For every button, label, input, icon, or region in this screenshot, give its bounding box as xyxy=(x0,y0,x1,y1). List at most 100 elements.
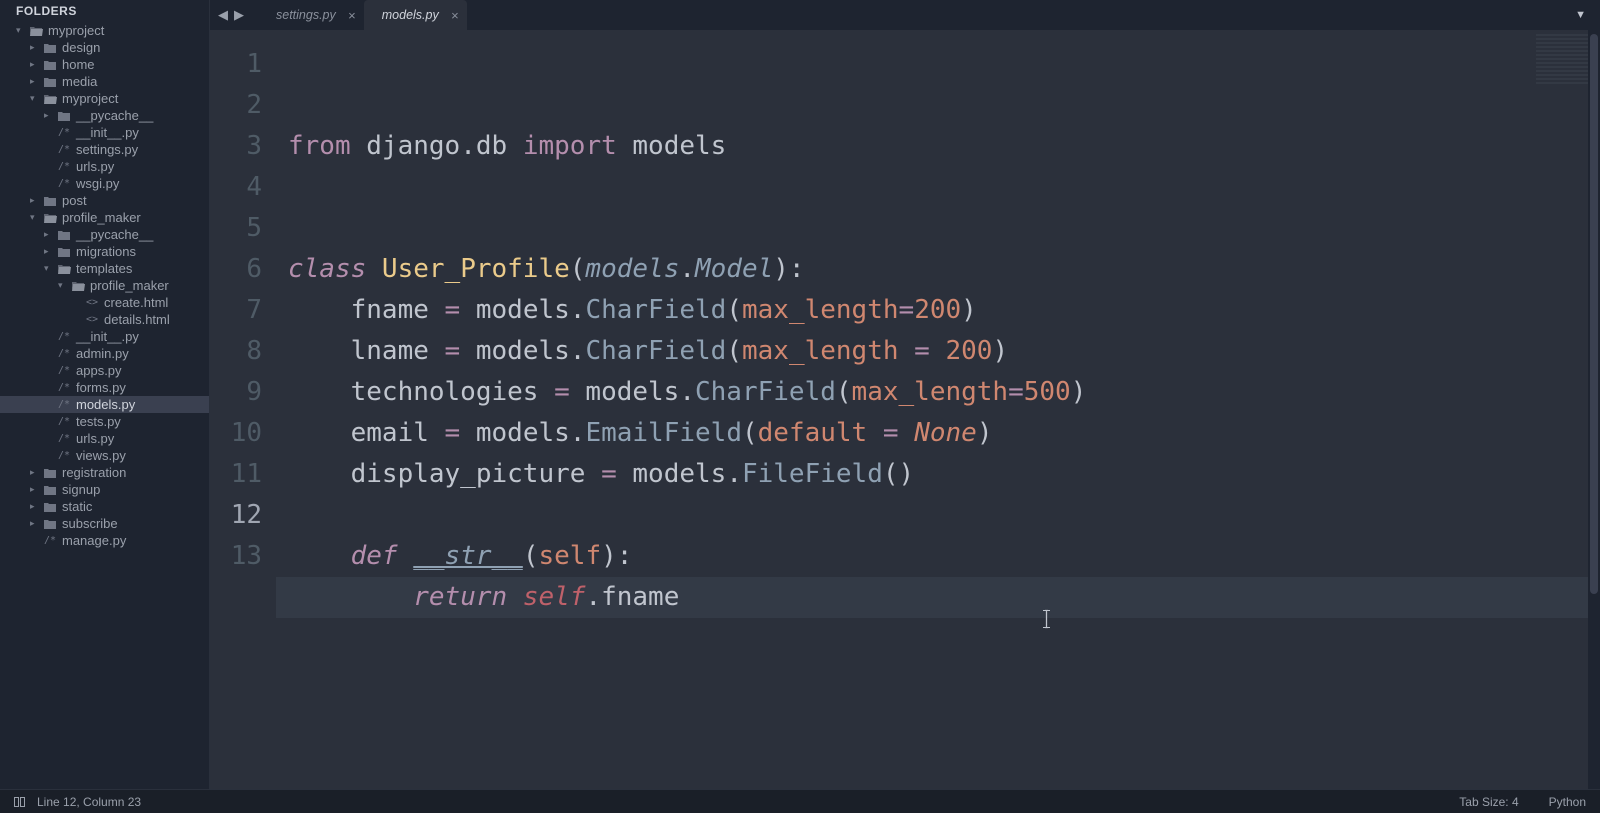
cursor-position[interactable]: Line 12, Column 23 xyxy=(37,795,141,809)
code-line[interactable] xyxy=(276,167,1600,208)
file-item[interactable]: <>create.html xyxy=(0,294,209,311)
folder-item[interactable]: ▸ static xyxy=(0,498,209,515)
file-item[interactable]: /*admin.py xyxy=(0,345,209,362)
folder-icon xyxy=(42,466,58,480)
disclosure-arrow-icon[interactable]: ▸ xyxy=(30,59,40,70)
file-item[interactable]: /*manage.py xyxy=(0,532,209,549)
tab-size[interactable]: Tab Size: 4 xyxy=(1459,795,1518,809)
disclosure-arrow-icon[interactable]: ▸ xyxy=(30,76,40,87)
close-icon[interactable]: × xyxy=(451,8,459,23)
tree-item-label: urls.py xyxy=(76,431,114,446)
disclosure-arrow-icon[interactable]: ▸ xyxy=(44,246,54,257)
code-line[interactable]: technologies = models.CharField(max_leng… xyxy=(276,372,1600,413)
file-type-icon: <> xyxy=(84,296,100,310)
disclosure-arrow-icon[interactable]: ▸ xyxy=(30,518,40,529)
folder-icon xyxy=(56,228,72,242)
file-item[interactable]: /*tests.py xyxy=(0,413,209,430)
disclosure-arrow-icon[interactable]: ▸ xyxy=(30,195,40,206)
line-number: 10 xyxy=(210,413,262,454)
line-number: 8 xyxy=(210,331,262,372)
disclosure-arrow-icon[interactable]: ▸ xyxy=(30,467,40,478)
file-type-icon: /* xyxy=(56,381,72,395)
minimap[interactable] xyxy=(1536,34,1596,84)
file-item[interactable]: /*apps.py xyxy=(0,362,209,379)
code-area[interactable]: from django.db import models class User_P… xyxy=(276,30,1600,789)
panel-switcher-icon[interactable] xyxy=(14,797,25,807)
code-line[interactable] xyxy=(276,495,1600,536)
folder-icon xyxy=(42,483,58,497)
folder-item[interactable]: ▸signup xyxy=(0,481,209,498)
code-line[interactable]: from django.db import models xyxy=(276,126,1600,167)
close-icon[interactable]: × xyxy=(348,8,356,23)
file-item[interactable]: /*views.py xyxy=(0,447,209,464)
disclosure-arrow-icon[interactable]: ▾ xyxy=(58,280,68,291)
vertical-scrollbar[interactable] xyxy=(1588,30,1600,789)
code-line[interactable]: email = models.EmailField(default = None… xyxy=(276,413,1600,454)
disclosure-arrow-icon[interactable]: ▾ xyxy=(30,93,40,104)
file-type-icon: /* xyxy=(56,160,72,174)
code-line[interactable]: return self.fname xyxy=(276,577,1600,618)
nav-back-icon[interactable]: ◀ xyxy=(218,7,228,23)
file-item[interactable]: /*models.py xyxy=(0,396,209,413)
code-line[interactable]: display_picture = models.FileField() xyxy=(276,454,1600,495)
tab-menu-icon[interactable]: ▼ xyxy=(1575,9,1586,21)
folder-item[interactable]: ▸design xyxy=(0,39,209,56)
line-number: 9 xyxy=(210,372,262,413)
code-line[interactable]: fname = models.CharField(max_length=200) xyxy=(276,290,1600,331)
folder-icon xyxy=(56,245,72,259)
folder-item[interactable]: ▸media xyxy=(0,73,209,90)
folder-item[interactable]: ▾myproject xyxy=(0,22,209,39)
editor-tab[interactable]: models.py× xyxy=(364,0,467,30)
tree-item-label: templates xyxy=(76,261,132,276)
code-line[interactable] xyxy=(276,618,1600,659)
tree-item-label: __pycache__ xyxy=(76,227,153,242)
file-item[interactable]: /*wsgi.py xyxy=(0,175,209,192)
code-line[interactable]: class User_Profile(models.Model): xyxy=(276,249,1600,290)
folder-item[interactable]: ▾profile_maker xyxy=(0,209,209,226)
file-item[interactable]: /*forms.py xyxy=(0,379,209,396)
folder-item[interactable]: ▸home xyxy=(0,56,209,73)
tree-item-label: static xyxy=(62,499,92,514)
editor-column: ◀ ▶ settings.py×models.py× ▼ 12345678910… xyxy=(210,0,1600,789)
folder-item[interactable]: ▾myproject xyxy=(0,90,209,107)
tab-bar: ◀ ▶ settings.py×models.py× ▼ xyxy=(210,0,1600,30)
editor-tab[interactable]: settings.py× xyxy=(258,0,364,30)
editor-body[interactable]: 12345678910111213 from django.db import … xyxy=(210,30,1600,789)
status-bar: Line 12, Column 23 Tab Size: 4 Python xyxy=(0,789,1600,813)
code-line[interactable]: lname = models.CharField(max_length = 20… xyxy=(276,331,1600,372)
code-line[interactable] xyxy=(276,208,1600,249)
file-item[interactable]: <>details.html xyxy=(0,311,209,328)
disclosure-arrow-icon[interactable]: ▾ xyxy=(16,25,26,36)
folder-item[interactable]: ▸registration xyxy=(0,464,209,481)
file-item[interactable]: /*urls.py xyxy=(0,430,209,447)
file-type-icon: <> xyxy=(84,313,100,327)
disclosure-arrow-icon[interactable]: ▸ xyxy=(44,110,54,121)
disclosure-arrow-icon[interactable]: ▾ xyxy=(44,263,54,274)
line-number: 5 xyxy=(210,208,262,249)
file-item[interactable]: /*urls.py xyxy=(0,158,209,175)
folder-item[interactable]: ▸subscribe xyxy=(0,515,209,532)
folder-item[interactable]: ▸ __pycache__ xyxy=(0,226,209,243)
folder-item[interactable]: ▸post xyxy=(0,192,209,209)
disclosure-arrow-icon[interactable]: ▾ xyxy=(30,212,40,223)
file-item[interactable]: /*__init__.py xyxy=(0,124,209,141)
folder-icon xyxy=(56,262,72,276)
disclosure-arrow-icon[interactable]: ▸ xyxy=(30,484,40,495)
disclosure-arrow-icon[interactable]: ▸ xyxy=(30,501,40,512)
disclosure-arrow-icon[interactable]: ▸ xyxy=(30,42,40,53)
line-number: 13 xyxy=(210,536,262,577)
language-mode[interactable]: Python xyxy=(1549,795,1586,809)
code-line[interactable]: def __str__(self): xyxy=(276,536,1600,577)
folder-item[interactable]: ▸__pycache__ xyxy=(0,107,209,124)
folder-item[interactable]: ▸migrations xyxy=(0,243,209,260)
disclosure-arrow-icon[interactable]: ▸ xyxy=(44,229,54,240)
nav-forward-icon[interactable]: ▶ xyxy=(234,7,244,23)
tree-item-label: tests.py xyxy=(76,414,121,429)
folder-icon xyxy=(42,194,58,208)
folder-item[interactable]: ▾ templates xyxy=(0,260,209,277)
folder-item[interactable]: ▾ profile_maker xyxy=(0,277,209,294)
line-number: 2 xyxy=(210,85,262,126)
file-item[interactable]: /*settings.py xyxy=(0,141,209,158)
file-item[interactable]: /*__init__.py xyxy=(0,328,209,345)
tree-item-label: profile_maker xyxy=(90,278,169,293)
